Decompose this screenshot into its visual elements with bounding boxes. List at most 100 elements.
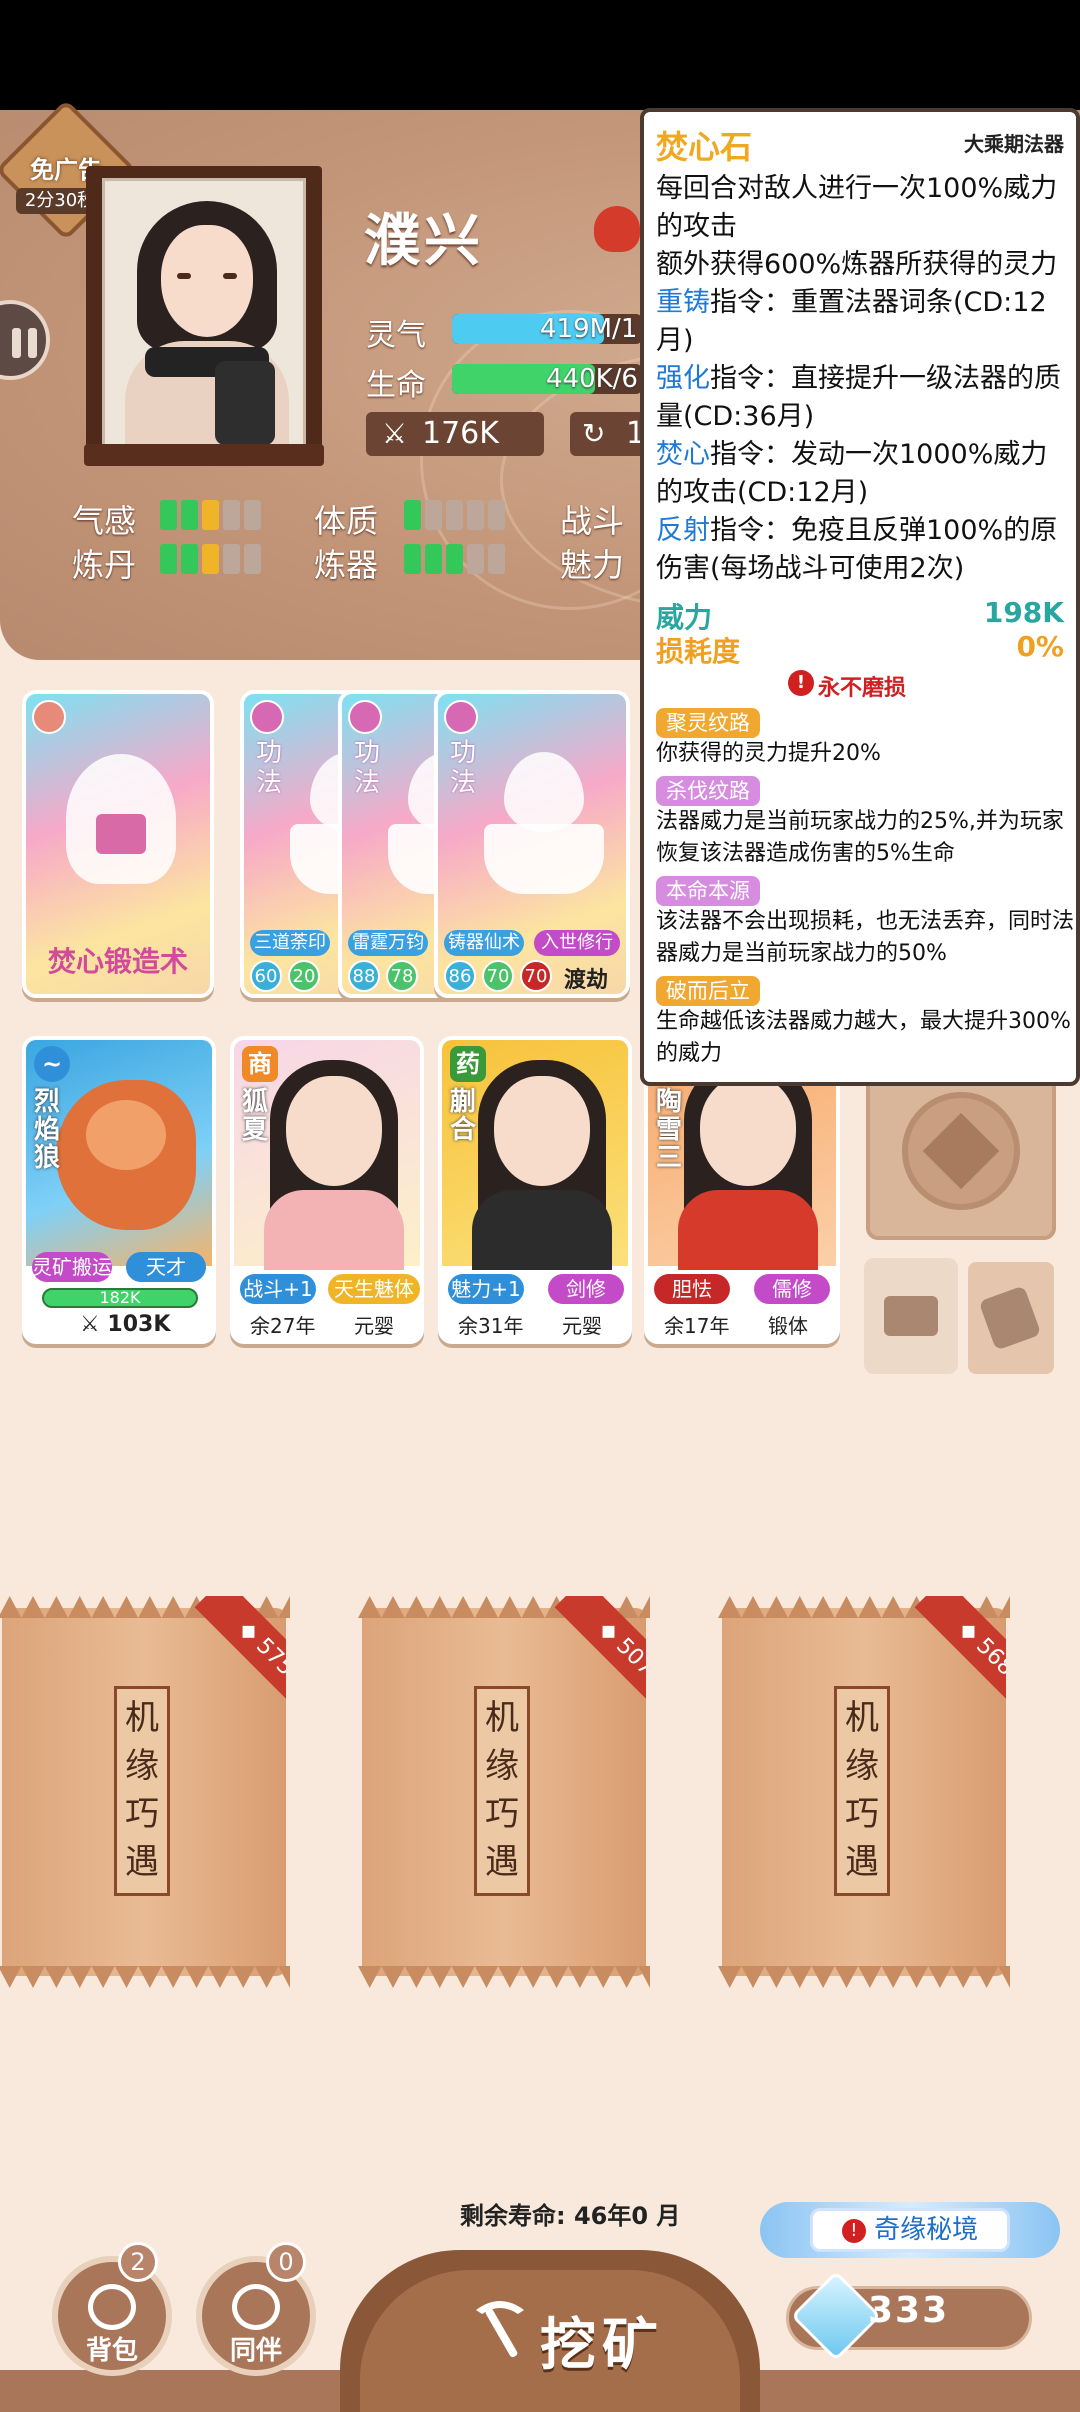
tooltip-cmd-recast: 重铸指令：重置法器词条(CD:12月) [656,284,1074,360]
skill-num: 20 [288,960,320,992]
companion-trait: 灵矿搬运 [32,1252,112,1282]
companion-trait: 魅力+1 [448,1274,524,1304]
affix-chip: 本命本源 [656,876,760,906]
element-icon [594,206,640,252]
attr-pip [202,500,219,530]
status-strip [0,0,1080,110]
remaining-lifespan: 剩余寿命: 46年0 月 [460,2202,681,2230]
companion-name: 陶雪三 [656,1087,683,1173]
secret-realm-label: ! 奇缘秘境 [810,2208,1010,2252]
mystery-bag-1[interactable]: 机缘巧遇 ◆ 575 [0,1596,290,1988]
tooltip-wear-value: 0% [1016,630,1064,663]
mystery-bag-2[interactable]: 机缘巧遇 ◆ 507 [358,1596,650,1988]
life-value: 440K/6 [546,364,638,394]
backpack-count: 2 [118,2242,158,2282]
portrait-scroll-rod [84,444,324,466]
companion-life: 余27年 [250,1314,316,1338]
secret-realm-button[interactable]: ! 奇缘秘境 [760,2194,1060,2266]
cmd-desc: 指令：直接提升一级法器的质量(CD:36月) [656,363,1061,432]
affix-chip: 聚灵纹路 [656,708,760,738]
attr-label-zhandou: 战斗 [560,502,625,540]
no-wear-text: 永不磨损 [818,676,907,701]
chest-button[interactable] [864,1258,958,1374]
attr-pip [223,544,240,574]
attr-label-lianqi: 炼器 [314,546,379,584]
attr-label-liandan: 炼丹 [72,546,137,584]
item-tooltip[interactable]: 焚心石 大乘期法器 每回合对敌人进行一次100%威力的攻击 额外获得600%炼器… [640,108,1080,1086]
combat-power-value: 176K [422,416,499,451]
skill-num: 88 [348,960,380,992]
skill-num: 70 [482,960,514,992]
skill-card-3[interactable]: 功法 铸器仙术 入世修行 86 70 70 渡劫 [434,690,630,998]
bag-title: 机缘巧遇 [845,1698,879,1882]
bag-cost-ribbon: ◆ 575 [176,1596,286,1706]
fire-icon [32,700,66,734]
attr-pip [488,544,505,574]
herb-badge: 药 [450,1046,486,1082]
tooltip-power-value: 198K [983,596,1064,629]
tooltip-cmd-enhance: 强化指令：直接提升一级法器的质量(CD:36月) [656,360,1074,436]
alert-icon: ! [841,2218,866,2243]
mine-label: 挖矿 [540,2313,664,2378]
secret-realm-text: 奇缘秘境 [874,2215,979,2245]
companion-realm: 锻体 [768,1314,808,1338]
cmd-keyword: 强化 [656,363,710,394]
skill-main-name: 焚心锻造术 [47,945,188,978]
bag-cost: 507 [611,1633,646,1681]
companion-power: ⚔ 103K [80,1312,170,1337]
companion-card-1[interactable]: ~ 烈焰狼 灵矿搬运 天才 182K ⚔ 103K [22,1036,216,1344]
bag-cost-ribbon: ◆ 568 [896,1596,1006,1706]
combat-power-pill: ⚔ 176K [366,412,544,456]
attr-pip [425,500,442,530]
cmd-desc: 指令：发动一次1000%威力的攻击(CD:12月) [656,439,1048,508]
gem-count: 333 [868,2290,950,2331]
cmd-keyword: 重铸 [656,287,710,318]
cmd-desc: 指令：重置法器词条(CD:12月) [656,287,1047,356]
life-label: 生命 [366,368,426,403]
hero-portrait[interactable] [102,178,306,448]
partner-count: 0 [266,2242,306,2282]
companion-trait: 战斗+1 [240,1274,316,1304]
skill-tag: 雷霆万钧 [348,930,428,956]
hero-name: 濮兴 [364,209,484,274]
bag-title: 机缘巧遇 [125,1698,159,1882]
qi-value: 419M/1 [540,314,638,344]
skill-tag: 铸器仙术 [444,930,524,956]
tooltip-desc-2: 额外获得600%炼器所获得的灵力 [656,249,1058,280]
companion-card-2[interactable]: 商 狐夏 战斗+1 天生魅体 余27年 元婴 [230,1036,424,1344]
attr-label-meili: 魅力 [560,546,625,584]
attr-pip [404,500,421,530]
skill-emblem-icon [250,700,284,734]
person-icon [232,2284,280,2330]
attr-pip [181,500,198,530]
companion-trait: 天才 [126,1252,206,1282]
attr-pip [467,500,484,530]
cmd-keyword: 反射 [656,515,710,546]
companion-trait: 剑修 [548,1274,624,1304]
skill-type: 功法 [450,738,477,798]
tooltip-desc-1: 每回合对敌人进行一次100%威力的攻击 [656,173,1058,242]
bag-cost: 568 [971,1633,1006,1681]
skill-type: 功法 [354,738,381,798]
companion-name: 蒯合 [450,1087,477,1145]
affix-chip: 杀伐纹路 [656,776,760,806]
bag-icon [88,2284,136,2330]
flame-icon [504,752,584,832]
attr-pips-liandan [160,544,261,574]
mystery-bag-3[interactable]: 机缘巧遇 ◆ 568 [718,1596,1010,1988]
companion-trait: 天生魅体 [328,1274,420,1304]
companion-card-3[interactable]: 药 蒯合 魅力+1 剑修 余31年 元婴 [438,1036,632,1344]
attr-pip [404,544,421,574]
scroll-button[interactable] [968,1262,1054,1374]
companion-power-value: 103K [107,1312,171,1337]
skill-card-main[interactable]: 焚心锻造术 [22,690,214,998]
cmd-keyword: 焚心 [656,439,710,470]
attr-pip [425,544,442,574]
bag-cost-ribbon: ◆ 507 [536,1596,646,1706]
attr-label-tizhi: 体质 [314,502,379,540]
attr-pips-qigan [160,500,261,530]
tooltip-cmd-burn: 焚心指令：发动一次1000%威力的攻击(CD:12月) [656,436,1074,512]
companion-realm: 元婴 [354,1314,394,1338]
attr-pip [488,500,505,530]
cycle-icon: ↻ [582,417,606,450]
